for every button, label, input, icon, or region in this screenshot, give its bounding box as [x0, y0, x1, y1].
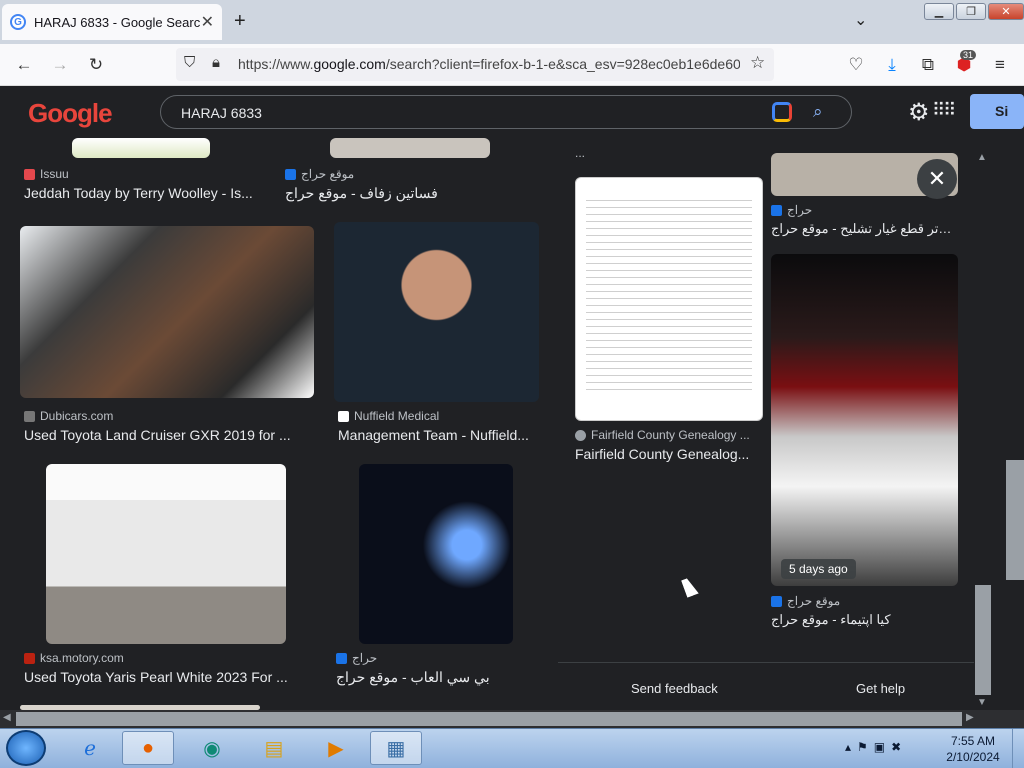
shield-icon[interactable]: ⛉: [184, 54, 195, 71]
page-scrollbar-thumb[interactable]: [1006, 460, 1024, 580]
clock-date: 2/10/2024: [946, 750, 1000, 764]
menu-icon[interactable]: ≡: [987, 52, 1013, 78]
haraj-icon: [285, 168, 296, 180]
messaging-app-icon[interactable]: ◉: [186, 731, 238, 765]
show-desktop-button[interactable]: [1012, 729, 1024, 768]
search-icon[interactable]: ⌕: [813, 102, 823, 122]
reload-icon[interactable]: ↻: [83, 52, 109, 78]
close-preview-icon[interactable]: ✕: [917, 159, 957, 199]
scroll-up-icon[interactable]: ▲: [977, 152, 987, 163]
haraj-icon: [771, 595, 782, 607]
bookmark-star-icon[interactable]: ☆: [750, 53, 765, 73]
google-favicon-icon: G: [10, 14, 26, 30]
internet-explorer-icon[interactable]: ℯ: [64, 731, 116, 765]
media-player-icon[interactable]: ▶: [310, 731, 362, 765]
taskbar-clock[interactable]: 7:55 AM 2/10/2024: [945, 733, 1001, 765]
result-source-issuu[interactable]: Issuu: [24, 167, 69, 181]
result-source-motory[interactable]: ksa.motory.com: [24, 651, 124, 665]
issuu-icon: [24, 168, 35, 180]
browser-tab[interactable]: G HARAJ 6833 - Google Search ✕: [2, 4, 222, 40]
result-image-land-cruiser-interior[interactable]: [20, 226, 314, 398]
downloads-icon[interactable]: ⤓: [879, 52, 905, 78]
result-title-yaris[interactable]: Used Toyota Yaris Pearl White 2023 For .…: [24, 669, 304, 685]
result-source-nuffield[interactable]: Nuffield Medical: [338, 409, 439, 423]
panel-scrollbar-thumb[interactable]: [975, 585, 991, 695]
haraj-icon: [771, 204, 782, 216]
globe-icon: [575, 429, 586, 441]
start-button[interactable]: [6, 730, 46, 766]
back-arrow-icon[interactable]: ←: [11, 52, 37, 78]
result-title-dresses[interactable]: فساتين زفاف - موقع حراج: [285, 185, 525, 202]
result-source-haraj[interactable]: حراج: [336, 651, 377, 665]
result-image-doctor-portrait[interactable]: [334, 222, 539, 402]
send-feedback-link[interactable]: Send feedback: [631, 681, 718, 696]
list-tabs-icon[interactable]: ⌄: [854, 10, 867, 30]
scroll-left-icon[interactable]: ◀: [3, 712, 11, 723]
scroll-down-icon[interactable]: ▼: [977, 697, 987, 708]
result-image-yaris[interactable]: [46, 464, 286, 644]
close-tab-icon[interactable]: ✕: [201, 12, 214, 32]
result-image-dresses[interactable]: [330, 138, 490, 158]
maximize-button[interactable]: ❐: [956, 3, 986, 20]
lock-icon[interactable]: 🔒︎: [212, 54, 220, 71]
search-input[interactable]: HARAJ 6833: [181, 105, 262, 121]
extension-badge: 31: [960, 50, 977, 60]
google-lens-icon[interactable]: [772, 102, 792, 122]
result-title-kia-optima[interactable]: كيا اپتيماء - موقع حراج: [771, 612, 958, 628]
result-image-gaming-pc[interactable]: [359, 464, 513, 644]
sign-in-button[interactable]: Si: [970, 94, 1024, 129]
result-source-haraj-site-2[interactable]: موقع حراج: [771, 594, 840, 608]
time-badge: 5 days ago: [781, 559, 856, 579]
dubicars-icon: [24, 410, 35, 422]
result-title-gaming-pc[interactable]: بي سي العاب - موقع حراج: [336, 669, 536, 686]
result-image-fairfield-page[interactable]: [575, 177, 763, 421]
new-tab-button[interactable]: +: [234, 10, 246, 33]
forward-arrow-icon[interactable]: →: [47, 52, 73, 78]
panel-divider: [558, 662, 974, 663]
result-title-land-cruiser[interactable]: Used Toyota Land Cruiser GXR 2019 for ..…: [24, 427, 304, 443]
file-explorer-icon[interactable]: ▤: [248, 731, 300, 765]
motory-icon: [24, 652, 35, 664]
firefox-icon[interactable]: ●: [122, 731, 174, 765]
minimize-button[interactable]: ▁: [924, 3, 954, 20]
nuffield-icon: [338, 410, 349, 422]
horizontal-scrollbar-thumb[interactable]: [16, 712, 962, 726]
result-title-fairfield[interactable]: Fairfield County Genealog...: [575, 446, 760, 462]
result-source-haraj-2[interactable]: حراج: [771, 203, 812, 217]
haraj-icon: [336, 652, 347, 664]
result-title-nuffield[interactable]: Management Team - Nuffield...: [338, 427, 538, 443]
result-image-kia-optima[interactable]: [771, 254, 958, 586]
result-source-fairfield[interactable]: Fairfield County Genealogy ...: [575, 428, 750, 442]
result-title-jeddah[interactable]: Jeddah Today by Terry Woolley - Is...: [24, 185, 264, 201]
scroll-right-icon[interactable]: ▶: [966, 712, 974, 723]
extensions-icon[interactable]: ⧉: [915, 52, 941, 78]
url-text[interactable]: https://www.google.com/search?client=fir…: [238, 56, 740, 72]
control-panel-icon[interactable]: ▦: [370, 731, 422, 765]
system-tray-icons[interactable]: ▴⚑▣✖: [845, 740, 907, 754]
apps-grid-icon[interactable]: ⠿⠿: [932, 100, 956, 121]
result-image-jeddah[interactable]: [72, 138, 210, 158]
window-close-button[interactable]: ✕: [988, 3, 1024, 20]
get-help-link[interactable]: Get help: [856, 681, 905, 696]
clock-time: 7:55 AM: [950, 734, 996, 748]
search-box[interactable]: [160, 95, 852, 129]
address-bar[interactable]: ⛉ 🔒︎ https://www.google.com/search?clien…: [176, 48, 774, 81]
tab-title: HARAJ 6833 - Google Search: [34, 14, 201, 30]
pocket-icon[interactable]: ♡: [843, 52, 869, 78]
result-source-dubicars[interactable]: Dubicars.com: [24, 409, 113, 423]
google-logo[interactable]: Google: [28, 98, 113, 129]
settings-gear-icon[interactable]: ⚙: [908, 98, 930, 127]
result-title-computer-parts[interactable]: كمبيوتر قطع غيار تشليح - موقع حراج: [771, 221, 958, 237]
result-source-haraj-site[interactable]: موقع حراج: [285, 167, 354, 181]
panel-truncated-text: ...: [575, 146, 586, 160]
